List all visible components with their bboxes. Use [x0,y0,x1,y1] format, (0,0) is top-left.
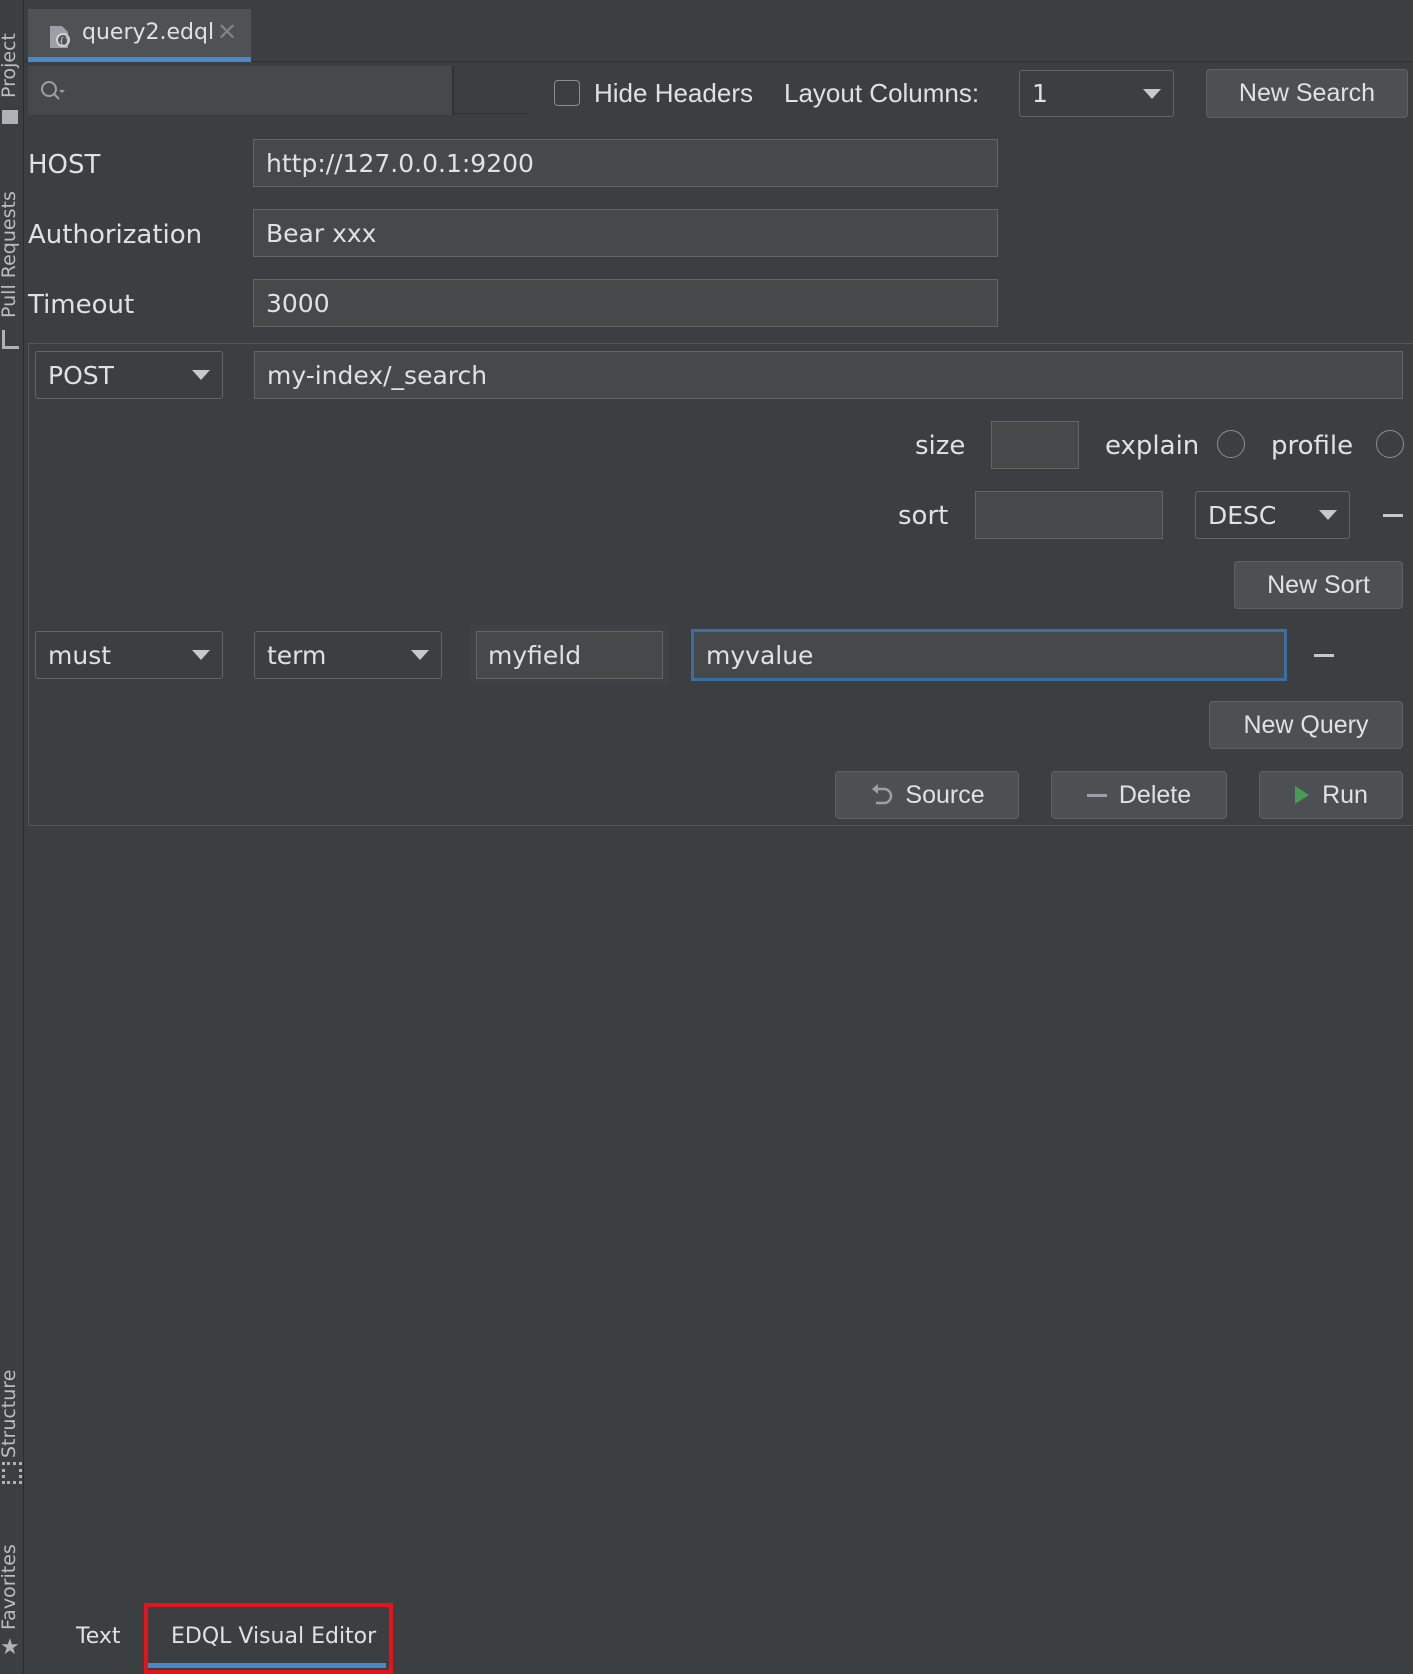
method-value: POST [48,360,114,390]
remove-sort-icon[interactable] [1383,514,1403,517]
editor-tab-underline [28,57,251,62]
request-panel [28,343,1413,826]
search-icon [41,81,65,100]
run-label: Run [1322,780,1368,809]
minus-icon [1086,793,1107,797]
size-label: size [915,431,966,461]
new-search-button[interactable]: New Search [1206,69,1408,118]
profile-label: profile [1271,431,1354,461]
sidebar-pull-requests-label[interactable]: Pull Requests [0,191,20,318]
chevron-down-icon [1319,510,1337,520]
sidebar-structure-label[interactable]: Structure [0,1370,20,1458]
sidebar-project-label[interactable]: Project [0,33,20,98]
tool-window-strip: Project Pull Requests Structure Favorite… [0,0,24,1674]
new-sort-button[interactable]: New Sort [1234,561,1403,609]
hide-headers-checkbox[interactable] [554,80,580,106]
undo-icon [872,784,893,805]
chevron-down-icon [192,370,210,380]
toolbar-divider [454,113,528,114]
folder-icon [2,110,18,124]
sidebar-favorites-label[interactable]: Favorites [0,1544,20,1630]
chevron-down-icon [411,650,429,660]
occur-select[interactable]: must [35,631,223,679]
star-icon: ★ [0,1634,20,1659]
source-button[interactable]: Source [835,771,1019,819]
host-label: HOST [28,150,101,180]
timeout-field[interactable]: 3000 [253,279,998,327]
tab-edql-visual-editor[interactable]: EDQL Visual Editor [171,1624,376,1649]
profile-radio[interactable] [1376,430,1404,458]
layout-columns-label: Layout Columns: [784,78,980,108]
explain-label: explain [1105,431,1200,461]
search-input[interactable] [28,66,454,115]
method-select[interactable]: POST [35,351,223,399]
pull-request-icon [2,330,19,349]
query-value-input[interactable]: myvalue [691,629,1287,681]
sort-order-value: DESC [1208,500,1277,530]
close-icon[interactable]: ✕ [217,18,237,47]
size-field[interactable] [991,421,1079,469]
source-label: Source [905,780,985,809]
remove-query-icon[interactable] [1314,654,1334,657]
active-tab-underline [148,1663,386,1668]
play-icon [1295,786,1310,804]
authorization-field[interactable]: Bear xxx [253,209,998,257]
query-field-input[interactable]: myfield [470,625,669,685]
sort-field[interactable] [975,491,1163,539]
layout-columns-select[interactable]: 1 [1019,70,1174,117]
svg-text:{}: {} [59,37,70,47]
editor-tab-label: query2.edql [82,20,215,45]
timeout-label: Timeout [28,290,135,320]
query-type-value: term [267,640,327,670]
tab-text[interactable]: Text [76,1624,121,1649]
edql-file-icon: {} [50,26,70,48]
sort-order-select[interactable]: DESC [1195,491,1350,539]
explain-radio[interactable] [1217,430,1245,458]
hide-headers-label: Hide Headers [594,78,753,108]
chevron-down-icon [192,650,210,660]
new-query-button[interactable]: New Query [1209,701,1403,749]
chevron-down-icon [1143,88,1161,99]
structure-icon [2,1462,22,1484]
host-field[interactable]: http://127.0.0.1:9200 [253,139,998,187]
layout-columns-value: 1 [1032,79,1048,108]
sort-label: sort [898,501,949,531]
occur-value: must [48,640,112,670]
request-path-field[interactable]: my-index/_search [254,351,1403,399]
run-button[interactable]: Run [1259,771,1403,819]
delete-label: Delete [1118,780,1192,809]
delete-button[interactable]: Delete [1051,771,1227,819]
query-type-select[interactable]: term [254,631,442,679]
authorization-label: Authorization [28,220,203,250]
